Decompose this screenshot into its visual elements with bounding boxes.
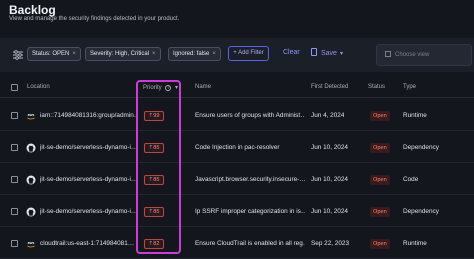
column-type[interactable]: Type xyxy=(403,84,416,90)
status-badge: Open xyxy=(370,175,390,185)
finding-name-cell[interactable]: Ip SSRF improper categorization in is… xyxy=(195,208,305,215)
choose-view-select[interactable]: Choose view xyxy=(376,44,472,66)
column-priority[interactable]: Priority ? ▾ xyxy=(143,84,178,91)
table-row[interactable]: jit-se-demo/serverless-dynamo-i… ⇡85 Ip … xyxy=(0,196,474,227)
type-cell: Runtime xyxy=(403,112,427,119)
status-badge: Open xyxy=(370,239,390,249)
row-checkbox[interactable] xyxy=(11,208,18,215)
first-detected-cell: Jun 4, 2024 xyxy=(311,112,345,119)
column-status[interactable]: Status xyxy=(368,84,385,90)
finding-name-cell[interactable]: Ensure users of groups with Administ… xyxy=(195,112,305,119)
filter-chip-label: Ignored: false xyxy=(173,51,210,57)
table-row[interactable]: aws cloudtrail:us-east-1:714984081… ⇡82 … xyxy=(0,228,474,259)
filter-chip-status[interactable]: Status: OPEN × xyxy=(27,47,81,61)
filter-chip-label: Severity: High, Critical xyxy=(90,51,150,57)
first-detected-cell: Jun 10, 2024 xyxy=(311,208,348,215)
choose-view-placeholder: Choose view xyxy=(395,52,430,58)
location-cell[interactable]: jit-se-demo/serverless-dynamo-i… xyxy=(40,208,136,215)
location-cell[interactable]: jit-se-demo/serverless-dynamo-i… xyxy=(40,176,136,183)
column-name[interactable]: Name xyxy=(195,84,211,90)
status-badge: Open xyxy=(370,111,390,121)
status-badge: Open xyxy=(370,143,390,153)
row-checkbox[interactable] xyxy=(11,176,18,183)
add-filter-button[interactable]: + Add Filter xyxy=(228,46,269,61)
filter-chip-label: Status: OPEN xyxy=(32,51,70,57)
save-button[interactable]: Save ▾ xyxy=(311,48,343,57)
finding-name-cell[interactable]: Code Injection in pac-resolver xyxy=(195,144,305,151)
github-icon xyxy=(26,175,36,185)
filter-chip-ignored[interactable]: Ignored: false × xyxy=(168,47,221,61)
aws-icon: aws xyxy=(27,241,35,248)
priority-badge: ⇡82 xyxy=(144,239,164,249)
close-icon[interactable]: × xyxy=(212,51,216,57)
table-row[interactable]: aws iam::714984081316:group/admin… ⇡99 E… xyxy=(0,100,474,131)
close-icon[interactable]: × xyxy=(152,51,156,57)
status-badge: Open xyxy=(370,207,390,217)
priority-badge: ⇡85 xyxy=(144,143,164,153)
page-subtitle: View and manage the security findings de… xyxy=(9,16,180,22)
column-location[interactable]: Location xyxy=(27,84,50,90)
row-checkbox[interactable] xyxy=(11,240,18,247)
chevron-down-icon: ▾ xyxy=(175,85,179,91)
select-all-checkbox[interactable] xyxy=(11,84,18,91)
grid-icon xyxy=(385,51,391,57)
priority-badge: ⇡85 xyxy=(144,207,164,217)
table-header: Location Priority ? ▾ Name First Detecte… xyxy=(0,78,474,98)
priority-badge: ⇡99 xyxy=(144,111,164,121)
aws-icon: aws xyxy=(27,113,35,120)
type-cell: Runtime xyxy=(403,240,427,247)
svg-text:aws: aws xyxy=(28,241,35,245)
first-detected-cell: Jun 10, 2024 xyxy=(311,144,348,151)
column-first-detected[interactable]: First Detected xyxy=(311,84,348,90)
bookmark-icon xyxy=(311,48,317,56)
finding-name-cell[interactable]: Javascript.browser.security.insecure-… xyxy=(195,176,305,183)
location-cell[interactable]: iam::714984081316:group/admin… xyxy=(40,112,136,119)
location-cell[interactable]: jit-se-demo/serverless-dynamo-i… xyxy=(40,144,136,151)
close-icon[interactable]: × xyxy=(72,51,76,57)
save-label: Save xyxy=(321,50,337,57)
row-checkbox[interactable] xyxy=(11,144,18,151)
info-icon[interactable]: ? xyxy=(165,85,172,91)
svg-text:aws: aws xyxy=(28,113,35,117)
table-row[interactable]: jit-se-demo/serverless-dynamo-i… ⇡85 Cod… xyxy=(0,132,474,163)
chevron-down-icon: ▾ xyxy=(339,51,343,57)
row-checkbox[interactable] xyxy=(11,112,18,119)
filter-chip-severity[interactable]: Severity: High, Critical × xyxy=(85,47,161,61)
priority-badge: ⇡85 xyxy=(144,175,164,185)
type-cell: Dependency xyxy=(403,208,439,215)
page-title: Backlog xyxy=(9,3,56,17)
type-cell: Dependency xyxy=(403,144,439,151)
github-icon xyxy=(26,143,36,153)
clear-button[interactable]: Clear xyxy=(283,49,300,56)
column-priority-label: Priority xyxy=(143,85,162,91)
github-icon xyxy=(26,207,36,217)
first-detected-cell: Sep 22, 2023 xyxy=(311,240,350,247)
finding-name-cell[interactable]: Ensure CloudTrail is enabled in all reg… xyxy=(195,240,305,247)
filter-icon[interactable] xyxy=(12,49,24,61)
location-cell[interactable]: cloudtrail:us-east-1:714984081… xyxy=(40,240,136,247)
type-cell: Code xyxy=(403,176,419,183)
first-detected-cell: Jun 10, 2024 xyxy=(311,176,348,183)
table-row[interactable]: jit-se-demo/serverless-dynamo-i… ⇡85 Jav… xyxy=(0,164,474,195)
